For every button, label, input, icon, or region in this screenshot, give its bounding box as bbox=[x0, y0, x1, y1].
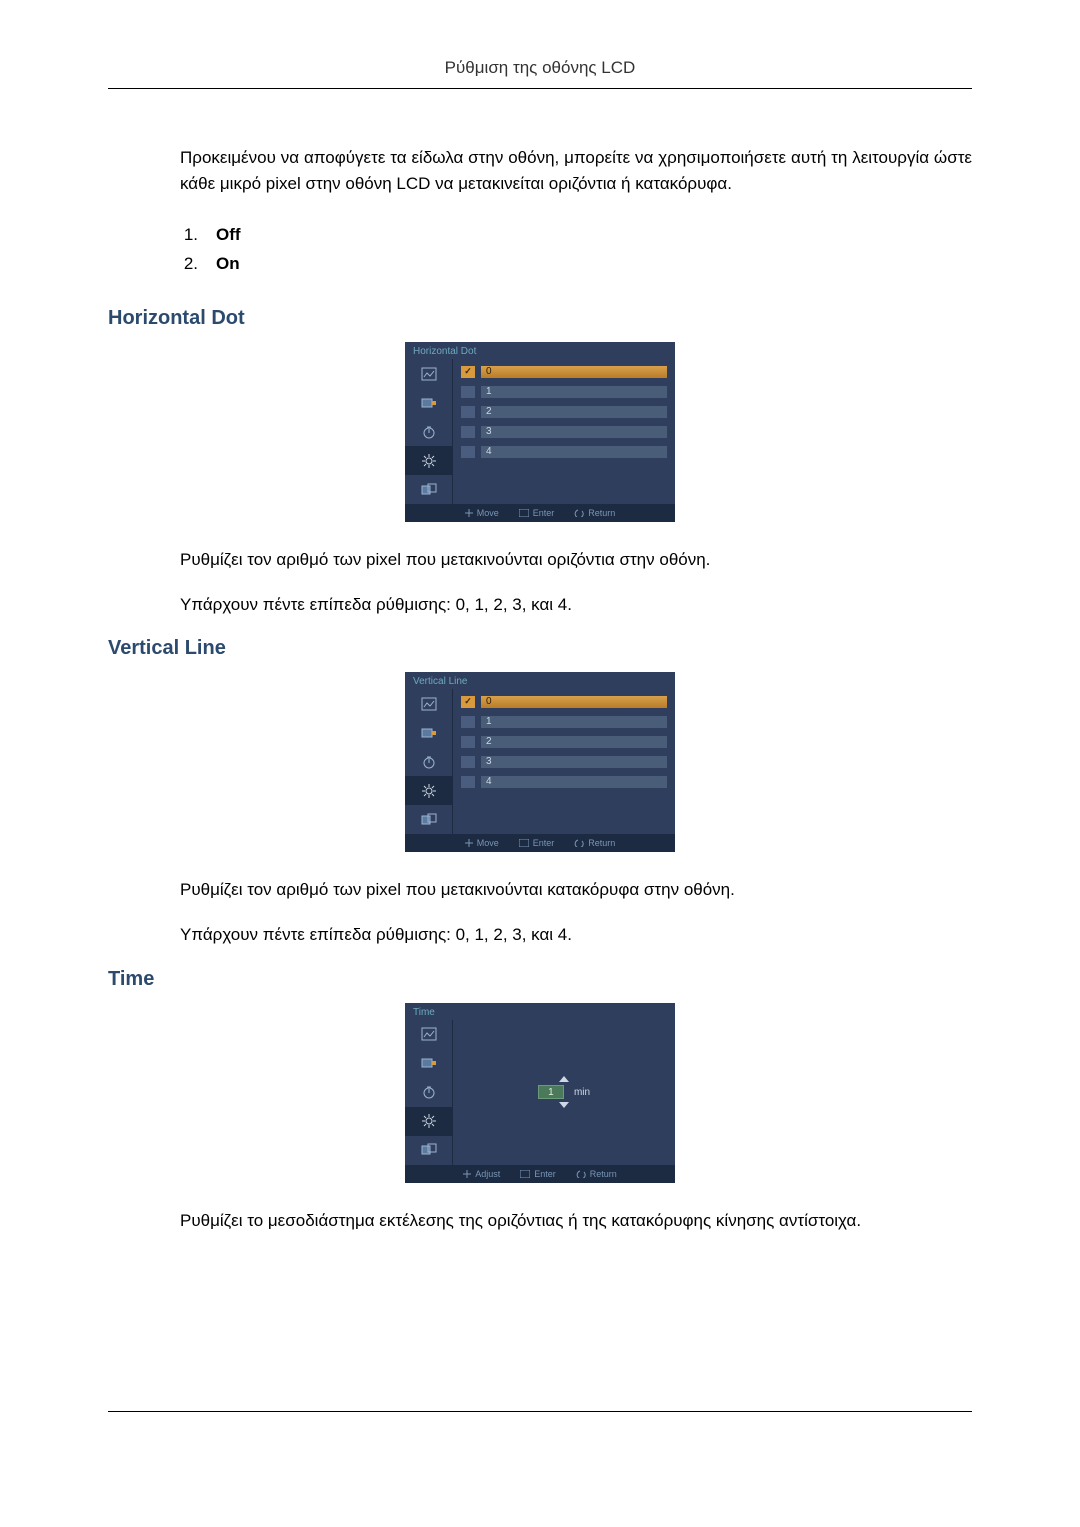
osd-option-row[interactable]: ·3 bbox=[461, 754, 667, 769]
header-rule bbox=[108, 88, 972, 89]
osd-title: Horizontal Dot bbox=[405, 342, 675, 359]
footer-enter: Enter bbox=[519, 838, 555, 848]
picture-tab-icon[interactable] bbox=[405, 359, 453, 388]
osd-title: Vertical Line bbox=[405, 672, 675, 689]
list-item-label: On bbox=[216, 249, 240, 279]
input-tab-icon[interactable] bbox=[405, 718, 453, 747]
osd-option-value: 1 bbox=[481, 716, 667, 728]
vertical-desc-2: Υπάρχουν πέντε επίπεδα ρύθμισης: 0, 1, 2… bbox=[180, 923, 972, 948]
check-icon: · bbox=[461, 776, 475, 788]
footer-return: Return bbox=[574, 838, 615, 848]
osd-option-row[interactable]: ·2 bbox=[461, 404, 667, 419]
osd-option-row[interactable]: ·4 bbox=[461, 774, 667, 789]
picture-tab-icon[interactable] bbox=[405, 1020, 453, 1049]
arrow-down-icon[interactable] bbox=[559, 1102, 569, 1108]
osd-options: ✓0 ·1 ·2 ·3 ·4 bbox=[453, 359, 675, 504]
list-item: 2. On bbox=[180, 249, 972, 279]
check-icon: · bbox=[461, 386, 475, 398]
footer-move: Move bbox=[465, 508, 499, 518]
osd-menu-horizontal: Horizontal Dot ✓0 ·1 ·2 ·3 ·4 Move Enter… bbox=[405, 342, 675, 522]
settings-tab-icon[interactable] bbox=[405, 776, 453, 805]
picture-tab-icon[interactable] bbox=[405, 689, 453, 718]
osd-option-value: 2 bbox=[481, 736, 667, 748]
footer-adjust: Adjust bbox=[463, 1169, 500, 1179]
section-heading-horizontal: Horizontal Dot bbox=[108, 307, 972, 330]
footer-return: Return bbox=[574, 508, 615, 518]
check-icon: · bbox=[461, 716, 475, 728]
footer-enter: Enter bbox=[519, 508, 555, 518]
multi-tab-icon[interactable] bbox=[405, 805, 453, 834]
list-item-number: 1. bbox=[180, 220, 198, 250]
timer-tab-icon[interactable] bbox=[405, 747, 453, 776]
osd-footer: Move Enter Return bbox=[405, 834, 675, 852]
footer-return: Return bbox=[576, 1169, 617, 1179]
osd-option-row[interactable]: ·1 bbox=[461, 384, 667, 399]
osd-menu-time: Time 1 min Adjust Enter Return bbox=[405, 1003, 675, 1183]
vertical-desc-1: Ρυθμίζει τον αριθμό των pixel που μετακι… bbox=[180, 878, 972, 903]
multi-tab-icon[interactable] bbox=[405, 1136, 453, 1165]
osd-option-row[interactable]: ✓0 bbox=[461, 694, 667, 709]
timer-tab-icon[interactable] bbox=[405, 1078, 453, 1107]
page-header-title: Ρύθμιση της οθόνης LCD bbox=[108, 58, 972, 88]
osd-menu-vertical: Vertical Line ✓0 ·1 ·2 ·3 ·4 Move Enter … bbox=[405, 672, 675, 852]
input-tab-icon[interactable] bbox=[405, 1049, 453, 1078]
time-desc: Ρυθμίζει το μεσοδιάστημα εκτέλεσης της ο… bbox=[180, 1209, 972, 1234]
osd-option-value: 1 bbox=[481, 386, 667, 398]
osd-option-row[interactable]: ·3 bbox=[461, 424, 667, 439]
check-icon: · bbox=[461, 736, 475, 748]
multi-tab-icon[interactable] bbox=[405, 475, 453, 504]
osd-option-value: 4 bbox=[481, 446, 667, 458]
list-item-number: 2. bbox=[180, 249, 198, 279]
section-heading-time: Time bbox=[108, 968, 972, 991]
footer-move: Move bbox=[465, 838, 499, 848]
time-value: 1 bbox=[538, 1085, 564, 1099]
footer-rule bbox=[108, 1411, 972, 1412]
osd-option-value: 3 bbox=[481, 756, 667, 768]
osd-option-value: 0 bbox=[481, 696, 667, 708]
horizontal-desc-1: Ρυθμίζει τον αριθμό των pixel που μετακι… bbox=[180, 548, 972, 573]
osd-sidebar bbox=[405, 359, 453, 504]
osd-option-row[interactable]: ·1 bbox=[461, 714, 667, 729]
option-list: 1. Off 2. On bbox=[180, 220, 972, 280]
osd-option-value: 0 bbox=[481, 366, 667, 378]
list-item-label: Off bbox=[216, 220, 241, 250]
horizontal-desc-2: Υπάρχουν πέντε επίπεδα ρύθμισης: 0, 1, 2… bbox=[180, 593, 972, 618]
osd-options: ✓0 ·1 ·2 ·3 ·4 bbox=[453, 689, 675, 834]
timer-tab-icon[interactable] bbox=[405, 417, 453, 446]
list-item: 1. Off bbox=[180, 220, 972, 250]
intro-paragraph: Προκειμένου να αποφύγετε τα είδωλα στην … bbox=[180, 145, 972, 198]
osd-sidebar bbox=[405, 1020, 453, 1165]
osd-footer: Adjust Enter Return bbox=[405, 1165, 675, 1183]
osd-option-value: 4 bbox=[481, 776, 667, 788]
settings-tab-icon[interactable] bbox=[405, 446, 453, 475]
section-heading-vertical: Vertical Line bbox=[108, 637, 972, 660]
footer-enter: Enter bbox=[520, 1169, 556, 1179]
check-icon: ✓ bbox=[461, 366, 475, 378]
osd-footer: Move Enter Return bbox=[405, 504, 675, 522]
osd-title: Time bbox=[405, 1003, 675, 1020]
check-icon: · bbox=[461, 756, 475, 768]
osd-sidebar bbox=[405, 689, 453, 834]
settings-tab-icon[interactable] bbox=[405, 1107, 453, 1136]
osd-option-row[interactable]: ✓0 bbox=[461, 364, 667, 379]
osd-option-value: 2 bbox=[481, 406, 667, 418]
input-tab-icon[interactable] bbox=[405, 388, 453, 417]
osd-option-value: 3 bbox=[481, 426, 667, 438]
arrow-up-icon[interactable] bbox=[559, 1076, 569, 1082]
osd-option-row[interactable]: ·2 bbox=[461, 734, 667, 749]
check-icon: · bbox=[461, 406, 475, 418]
check-icon: ✓ bbox=[461, 696, 475, 708]
osd-option-row[interactable]: ·4 bbox=[461, 444, 667, 459]
check-icon: · bbox=[461, 426, 475, 438]
osd-time-spinner[interactable]: 1 min bbox=[453, 1020, 675, 1165]
time-unit: min bbox=[574, 1087, 590, 1098]
check-icon: · bbox=[461, 446, 475, 458]
